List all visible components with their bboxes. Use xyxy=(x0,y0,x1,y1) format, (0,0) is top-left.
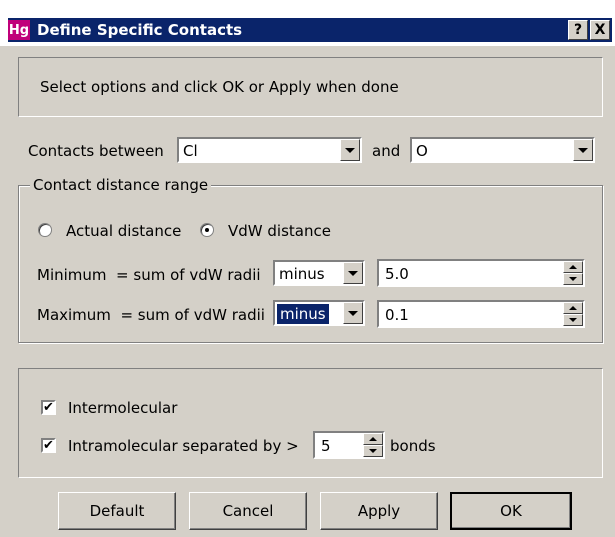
window-title: Define Specific Contacts xyxy=(37,21,243,39)
spin-up-icon xyxy=(369,437,377,441)
bonds-value: 5 xyxy=(321,437,331,455)
and-label: and xyxy=(372,142,401,160)
info-message: Select options and click OK or Apply whe… xyxy=(40,78,399,96)
define-specific-contacts-dialog: Hg Define Specific Contacts ? X Select o… xyxy=(0,0,615,537)
radio-selected-dot xyxy=(205,228,209,232)
close-icon[interactable]: X xyxy=(590,20,610,40)
cancel-button-label: Cancel xyxy=(222,502,274,520)
intermolecular-checkbox[interactable]: ✔ xyxy=(41,400,56,415)
minimum-operator-dropdown-button[interactable] xyxy=(343,262,363,284)
minimum-label: Minimum = sum of vdW radii xyxy=(37,266,261,284)
chevron-down-icon xyxy=(578,147,588,153)
mercury-app-icon: Hg xyxy=(8,20,30,40)
maximum-value-spinbox[interactable]: 0.1 xyxy=(377,300,585,328)
actual-distance-label[interactable]: Actual distance xyxy=(66,222,181,240)
spin-down-icon xyxy=(569,318,577,322)
bonds-decrement-button[interactable] xyxy=(363,445,383,457)
maximum-increment-button[interactable] xyxy=(563,302,583,314)
vdw-distance-radio[interactable] xyxy=(200,223,214,237)
intermolecular-label[interactable]: Intermolecular xyxy=(68,399,177,417)
actual-distance-radio[interactable] xyxy=(38,223,52,237)
atom1-dropdown-button[interactable] xyxy=(340,139,360,161)
default-button[interactable]: Default xyxy=(58,492,176,530)
minimum-operator-value: minus xyxy=(279,265,325,283)
default-button-label: Default xyxy=(89,502,145,520)
atom2-dropdown-button[interactable] xyxy=(573,139,593,161)
maximum-operator-value: minus xyxy=(277,304,329,324)
spin-up-icon xyxy=(569,265,577,269)
contact-distance-group-label: Contact distance range xyxy=(30,176,212,194)
info-panel: Select options and click OK or Apply whe… xyxy=(18,57,603,117)
minimum-value-spinbox[interactable]: 5.0 xyxy=(377,259,585,287)
maximum-decrement-button[interactable] xyxy=(563,314,583,326)
chevron-down-icon xyxy=(345,147,355,153)
minimum-increment-button[interactable] xyxy=(563,261,583,273)
spin-up-icon xyxy=(569,306,577,310)
chevron-down-icon xyxy=(348,310,358,316)
intramolecular-label[interactable]: Intramolecular separated by > xyxy=(68,437,299,455)
atom1-value: Cl xyxy=(183,142,198,160)
title-bar: Hg Define Specific Contacts ? X xyxy=(0,0,615,46)
cancel-button[interactable]: Cancel xyxy=(189,492,307,530)
contacts-between-label: Contacts between xyxy=(28,142,164,160)
apply-button-label: Apply xyxy=(357,502,401,520)
ok-button-label: OK xyxy=(500,502,522,520)
minimum-decrement-button[interactable] xyxy=(563,273,583,285)
bonds-label: bonds xyxy=(390,437,436,455)
atom1-select[interactable]: Cl xyxy=(177,137,362,163)
minimum-value: 5.0 xyxy=(385,265,409,283)
spin-down-icon xyxy=(369,449,377,453)
apply-button[interactable]: Apply xyxy=(320,492,438,530)
maximum-operator-dropdown-button[interactable] xyxy=(343,302,363,324)
help-icon[interactable]: ? xyxy=(568,20,588,40)
maximum-value: 0.1 xyxy=(385,306,409,324)
spin-down-icon xyxy=(569,277,577,281)
maximum-operator-select[interactable]: minus xyxy=(273,300,365,326)
minimum-operator-select[interactable]: minus xyxy=(273,260,365,286)
bonds-increment-button[interactable] xyxy=(363,433,383,445)
atom2-value: O xyxy=(416,142,428,160)
bonds-spinbox[interactable]: 5 xyxy=(313,431,385,459)
chevron-down-icon xyxy=(348,270,358,276)
atom2-select[interactable]: O xyxy=(410,137,595,163)
ok-button[interactable]: OK xyxy=(450,492,572,530)
intramolecular-checkbox[interactable]: ✔ xyxy=(41,438,56,453)
vdw-distance-label[interactable]: VdW distance xyxy=(228,222,331,240)
molecular-options-panel xyxy=(18,368,603,478)
maximum-label: Maximum = sum of vdW radii xyxy=(37,306,265,324)
